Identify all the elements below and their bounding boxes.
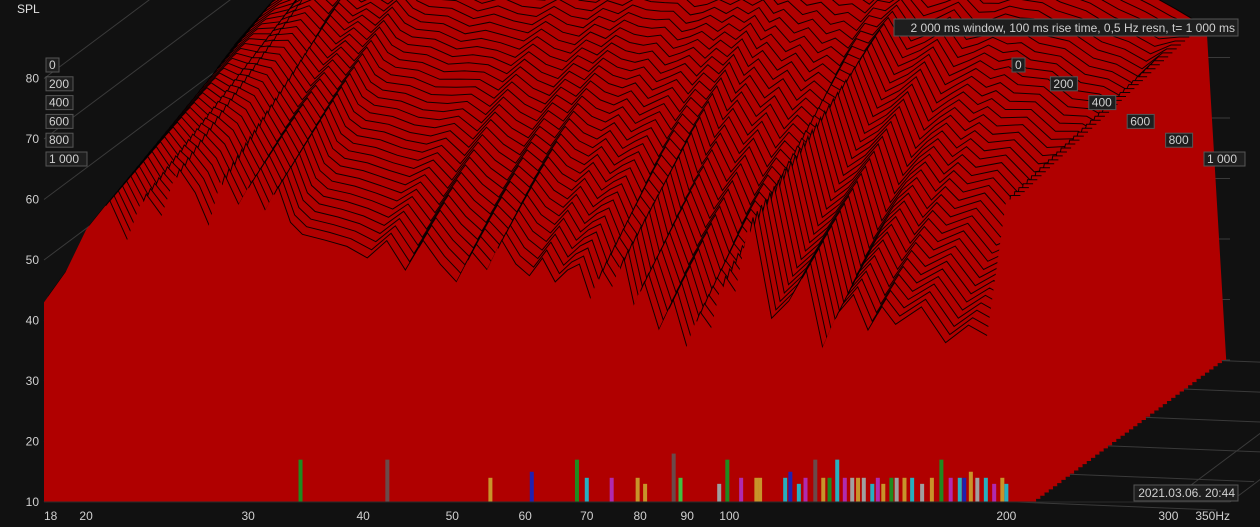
- marker-bar: [643, 483, 648, 502]
- marker-bar: [948, 477, 953, 502]
- marker-bar: [910, 477, 915, 502]
- marker-bar: [783, 477, 788, 502]
- marker-bar: [488, 477, 493, 502]
- time-tick-label-left: 1 000: [49, 152, 79, 166]
- y-tick-label: 20: [26, 435, 40, 449]
- time-tick-label-right: 200: [1053, 77, 1073, 91]
- x-tick-label: 100: [719, 509, 739, 523]
- marker-bar: [803, 477, 808, 502]
- marker-bar: [671, 453, 676, 502]
- x-tick-label: 20: [79, 509, 93, 523]
- time-tick-label-right: 600: [1130, 114, 1150, 128]
- marker-bar: [835, 459, 840, 502]
- time-tick-label-left: 200: [49, 77, 69, 91]
- waterfall-surface: [44, 0, 1227, 503]
- marker-bar: [992, 483, 997, 502]
- marker-bar: [875, 477, 880, 502]
- x-tick-label: 30: [241, 509, 255, 523]
- x-tick-label: 80: [633, 509, 647, 523]
- time-tick-label-right: 0: [1015, 58, 1022, 72]
- marker-bar: [788, 471, 793, 502]
- x-tick-label: 60: [518, 509, 532, 523]
- marker-bar: [929, 477, 934, 502]
- marker-bar: [920, 483, 925, 502]
- timestamp-label: 2021.03.06. 20:44: [1133, 484, 1239, 502]
- marker-bar: [870, 483, 875, 502]
- marker-bar: [758, 477, 763, 502]
- marker-bar: [850, 477, 855, 502]
- marker-bar: [1000, 477, 1005, 502]
- marker-bar: [725, 459, 730, 502]
- x-tick-label: 18: [44, 509, 58, 523]
- marker-bar: [939, 459, 944, 502]
- marker-bar: [678, 477, 683, 502]
- x-tick-label: 40: [356, 509, 370, 523]
- marker-bar: [856, 477, 861, 502]
- marker-bar: [609, 477, 614, 502]
- marker-bar: [821, 477, 826, 502]
- x-tick-label: 300: [1158, 509, 1178, 523]
- y-tick-label: 10: [26, 495, 40, 509]
- y-axis-label: SPL: [17, 2, 40, 16]
- time-tick-label-left: 600: [49, 114, 69, 128]
- marker-bar: [842, 477, 847, 502]
- time-tick-label-right: 1 000: [1207, 152, 1237, 166]
- time-tick-label-right: 400: [1092, 96, 1112, 110]
- time-tick-label-right: 800: [1169, 133, 1189, 147]
- marker-bar: [529, 471, 534, 502]
- x-tick-label: 200: [996, 509, 1016, 523]
- marker-bar: [1004, 483, 1009, 502]
- marker-bar: [889, 477, 894, 502]
- x-tick-label: 50: [446, 509, 460, 523]
- marker-bar: [298, 459, 303, 502]
- y-tick-label: 60: [26, 193, 40, 207]
- marker-bar: [385, 459, 390, 502]
- marker-bar: [957, 477, 962, 502]
- marker-bar: [635, 477, 640, 502]
- svg-text:2 000 ms window, 100 ms rise t: 2 000 ms window, 100 ms rise time, 0,5 H…: [911, 21, 1235, 35]
- marker-bar: [739, 477, 744, 502]
- x-tick-label: 90: [681, 509, 695, 523]
- marker-bar: [902, 477, 907, 502]
- marker-bar: [962, 477, 967, 502]
- marker-bar: [827, 477, 832, 502]
- x-tick-label: 70: [580, 509, 594, 523]
- time-tick-label-left: 0: [49, 58, 56, 72]
- time-tick-label-left: 400: [49, 96, 69, 110]
- marker-bar: [861, 477, 866, 502]
- settings-annotation: 2 000 ms window, 100 ms rise time, 0,5 H…: [893, 18, 1239, 37]
- marker-bar: [584, 477, 589, 502]
- marker-bar: [717, 483, 722, 502]
- marker-bar: [968, 471, 973, 502]
- marker-bar: [975, 477, 980, 502]
- svg-text:2021.03.06. 20:44: 2021.03.06. 20:44: [1138, 486, 1235, 500]
- x-tick-label: 350Hz: [1195, 509, 1230, 523]
- marker-bar: [754, 477, 759, 502]
- y-tick-label: 30: [26, 374, 40, 388]
- marker-bar: [574, 459, 579, 502]
- marker-bar: [796, 483, 801, 502]
- y-tick-label: 80: [26, 72, 40, 86]
- marker-bar: [894, 477, 899, 502]
- waterfall-chart: 18 20 30 40 50 60 70 80 90 100 200 300 350Hz 10 20 30 40…: [0, 0, 1260, 527]
- y-tick-label: 40: [26, 314, 40, 328]
- y-tick-label: 50: [26, 253, 40, 267]
- marker-bar: [813, 459, 818, 502]
- time-tick-label-left: 800: [49, 133, 69, 147]
- marker-bar: [881, 483, 886, 502]
- marker-bar: [983, 477, 988, 502]
- y-tick-label: 70: [26, 132, 40, 146]
